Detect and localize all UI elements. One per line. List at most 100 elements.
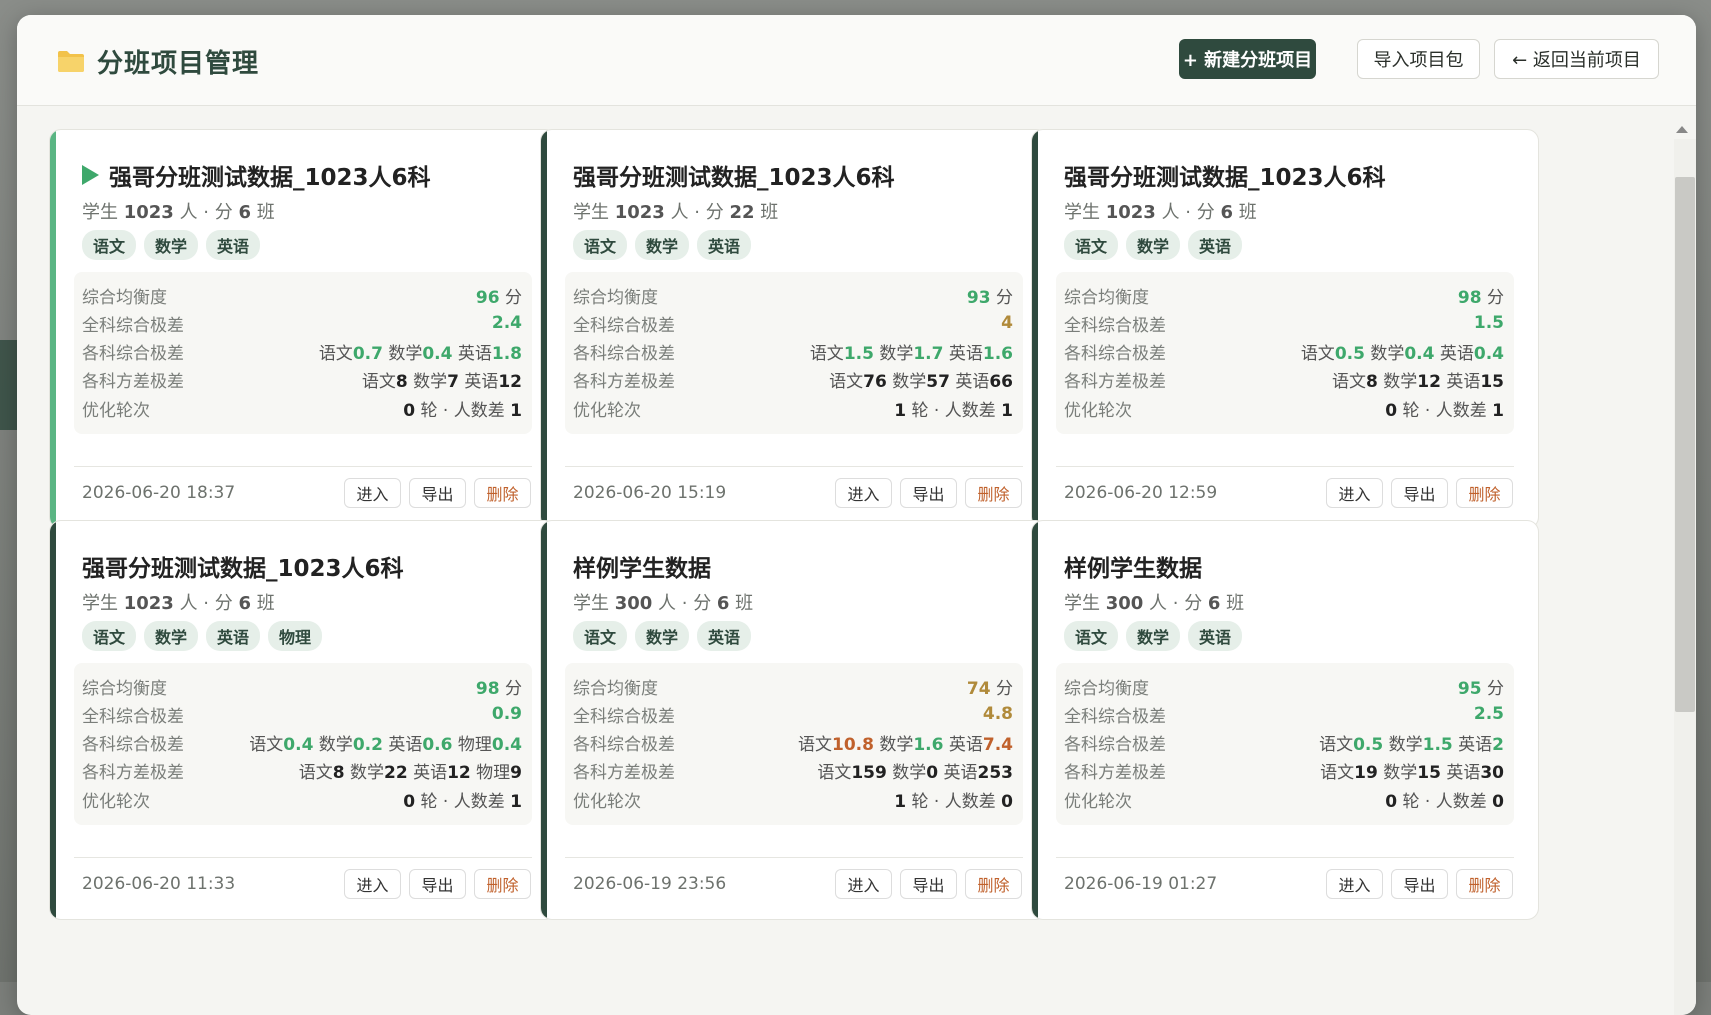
enter-button[interactable]: 进入 (835, 478, 892, 508)
delete-button[interactable]: 删除 (474, 478, 531, 508)
balance-score: 95 (1457, 678, 1482, 699)
rounds-unit: 轮 · 人数差 (415, 400, 511, 421)
stat-row: 优化轮次 0 轮 · 人数差 1 (82, 395, 522, 421)
stat-row: 全科综合极差 2.5 (1064, 701, 1504, 727)
subject-name: 英语 (382, 735, 423, 756)
export-button[interactable]: 导出 (409, 869, 466, 899)
export-button[interactable]: 导出 (1391, 478, 1448, 508)
enter-button[interactable]: 进入 (344, 478, 401, 508)
stat-row: 优化轮次 0 轮 · 人数差 1 (1064, 395, 1504, 421)
card-title: 强哥分班测试数据_1023人6科 (82, 158, 431, 192)
score-unit: 分 (1481, 287, 1504, 308)
subject-name: 语文 (829, 372, 864, 393)
project-manager-dialog: 分班项目管理 + 新建分班项目 导入项目包 ← 返回当前项目 强哥分班测试数据_… (17, 15, 1696, 1015)
subject-name: 语文 (318, 344, 353, 365)
back-to-current-project-button[interactable]: ← 返回当前项目 (1494, 39, 1659, 79)
stat-value: 74 分 (967, 674, 1013, 699)
size-difference: 1 (510, 400, 522, 421)
stat-label: 优化轮次 (1064, 791, 1132, 812)
card-title: 强哥分班测试数据_1023人6科 (82, 549, 404, 583)
subject-tag: 语文 (1064, 230, 1119, 260)
delete-button[interactable]: 删除 (474, 869, 531, 899)
subject-range-value: 0.5 (1334, 344, 1365, 365)
export-button[interactable]: 导出 (409, 478, 466, 508)
subject-range-value: 0.4 (491, 735, 522, 756)
delete-button[interactable]: 删除 (965, 869, 1022, 899)
stats-panel: 综合均衡度 74 分全科综合极差 4.8 各科综合极差 语文10.8 数学1.6 英语7… (565, 663, 1023, 825)
created-date: 2026-06-19 01:27 (1064, 874, 1218, 894)
project-card[interactable]: 样例学生数据 学生 300 人 · 分 6 班语文 数学 英语 综合均衡度 74 分全科综… (540, 520, 1048, 920)
subject-tag: 英语 (1188, 621, 1243, 651)
delete-button[interactable]: 删除 (1456, 869, 1513, 899)
scrollbar-track[interactable] (1674, 139, 1696, 1015)
subject-name: 语文 (809, 344, 844, 365)
export-button[interactable]: 导出 (1391, 869, 1448, 899)
variance-range-value: 8 (332, 763, 345, 784)
subject-range-value: 2 (1492, 735, 1504, 756)
project-name: 强哥分班测试数据_1023人6科 (82, 556, 404, 582)
variance-range-value: 8 (1366, 372, 1378, 393)
stat-value: 98 分 (1458, 283, 1504, 308)
stat-label: 各科综合极差 (82, 735, 184, 756)
stat-label: 各科方差极差 (573, 372, 675, 393)
enter-button[interactable]: 进入 (1326, 478, 1383, 508)
optimization-rounds: 1 (894, 791, 907, 812)
size-difference: 0 (1492, 791, 1504, 812)
stat-label: 综合均衡度 (82, 678, 167, 699)
variance-range-value: 19 (1354, 763, 1378, 784)
stat-value: 语文1.5 数学1.7 英语1.6 (810, 339, 1013, 364)
subject-range-value: 1.6 (913, 735, 944, 756)
export-button[interactable]: 导出 (900, 478, 957, 508)
scrollbar-thumb[interactable] (1675, 177, 1695, 712)
student-count: 1023 (1105, 202, 1156, 223)
project-card[interactable]: 强哥分班测试数据_1023人6科 学生 1023 人 · 分 6 班语文 数学 英语物… (49, 520, 557, 920)
stat-value: 4.8 (983, 704, 1013, 724)
subject-tag: 英语 (697, 230, 752, 260)
subject-name: 语文 (1300, 344, 1335, 365)
subject-range-value: 1.8 (491, 344, 522, 365)
stat-row: 各科综合极差 语文10.8 数学1.6 英语7.4 (573, 730, 1013, 756)
student-count: 300 (614, 593, 653, 614)
project-meta: 学生 1023 人 · 分 6 班 (82, 202, 275, 223)
subject-tag: 英语 (697, 621, 752, 651)
subject-name: 语文 (817, 763, 852, 784)
stat-value: 96 分 (476, 283, 522, 308)
stat-row: 综合均衡度 98 分 (82, 673, 522, 699)
variance-range-value: 9 (510, 763, 522, 784)
stat-label: 各科方差极差 (573, 763, 675, 784)
subject-name: 数学 (886, 763, 927, 784)
stat-label: 各科综合极差 (573, 735, 675, 756)
class-count: 6 (716, 593, 730, 614)
stat-label: 全科综合极差 (573, 315, 675, 336)
scroll-up-arrow-icon[interactable] (1676, 126, 1688, 133)
stat-value: 0 轮 · 人数差 1 (403, 396, 522, 421)
optimization-rounds: 0 (403, 400, 416, 421)
subject-name: 数学 (1377, 372, 1418, 393)
project-grid: 强哥分班测试数据_1023人6科 学生 1023 人 · 分 6 班语文 数学 英语综… (17, 106, 1696, 1015)
class-count: 22 (729, 202, 755, 223)
stat-row: 综合均衡度 98 分 (1064, 282, 1504, 308)
stat-row: 各科方差极差 语文8 数学7 英语12 (82, 367, 522, 393)
new-project-button[interactable]: + 新建分班项目 (1179, 39, 1316, 79)
project-card[interactable]: 强哥分班测试数据_1023人6科 学生 1023 人 · 分 6 班语文 数学 英语综… (49, 129, 557, 529)
card-accent-bar (50, 130, 56, 528)
delete-button[interactable]: 删除 (965, 478, 1022, 508)
enter-button[interactable]: 进入 (835, 869, 892, 899)
export-button[interactable]: 导出 (900, 869, 957, 899)
stat-value: 语文159 数学0 英语253 (817, 758, 1013, 783)
enter-button[interactable]: 进入 (1326, 869, 1383, 899)
enter-button[interactable]: 进入 (344, 869, 401, 899)
import-project-button[interactable]: 导入项目包 (1357, 39, 1480, 79)
size-difference: 0 (1001, 791, 1013, 812)
project-name: 样例学生数据 (1064, 556, 1202, 582)
subject-range-value: 0.6 (422, 735, 453, 756)
project-card[interactable]: 强哥分班测试数据_1023人6科 学生 1023 人 · 分 6 班语文 数学 英语综… (1031, 129, 1539, 529)
rounds-unit: 轮 · 人数差 (415, 791, 511, 812)
project-card[interactable]: 样例学生数据 学生 300 人 · 分 6 班语文 数学 英语 综合均衡度 95 分全科综… (1031, 520, 1539, 920)
optimization-rounds: 1 (894, 400, 907, 421)
delete-button[interactable]: 删除 (1456, 478, 1513, 508)
project-card[interactable]: 强哥分班测试数据_1023人6科 学生 1023 人 · 分 22 班语文 数学 英语… (540, 129, 1048, 529)
score-unit: 分 (499, 678, 522, 699)
subject-name: 数学 (382, 344, 423, 365)
card-divider (565, 857, 1023, 858)
